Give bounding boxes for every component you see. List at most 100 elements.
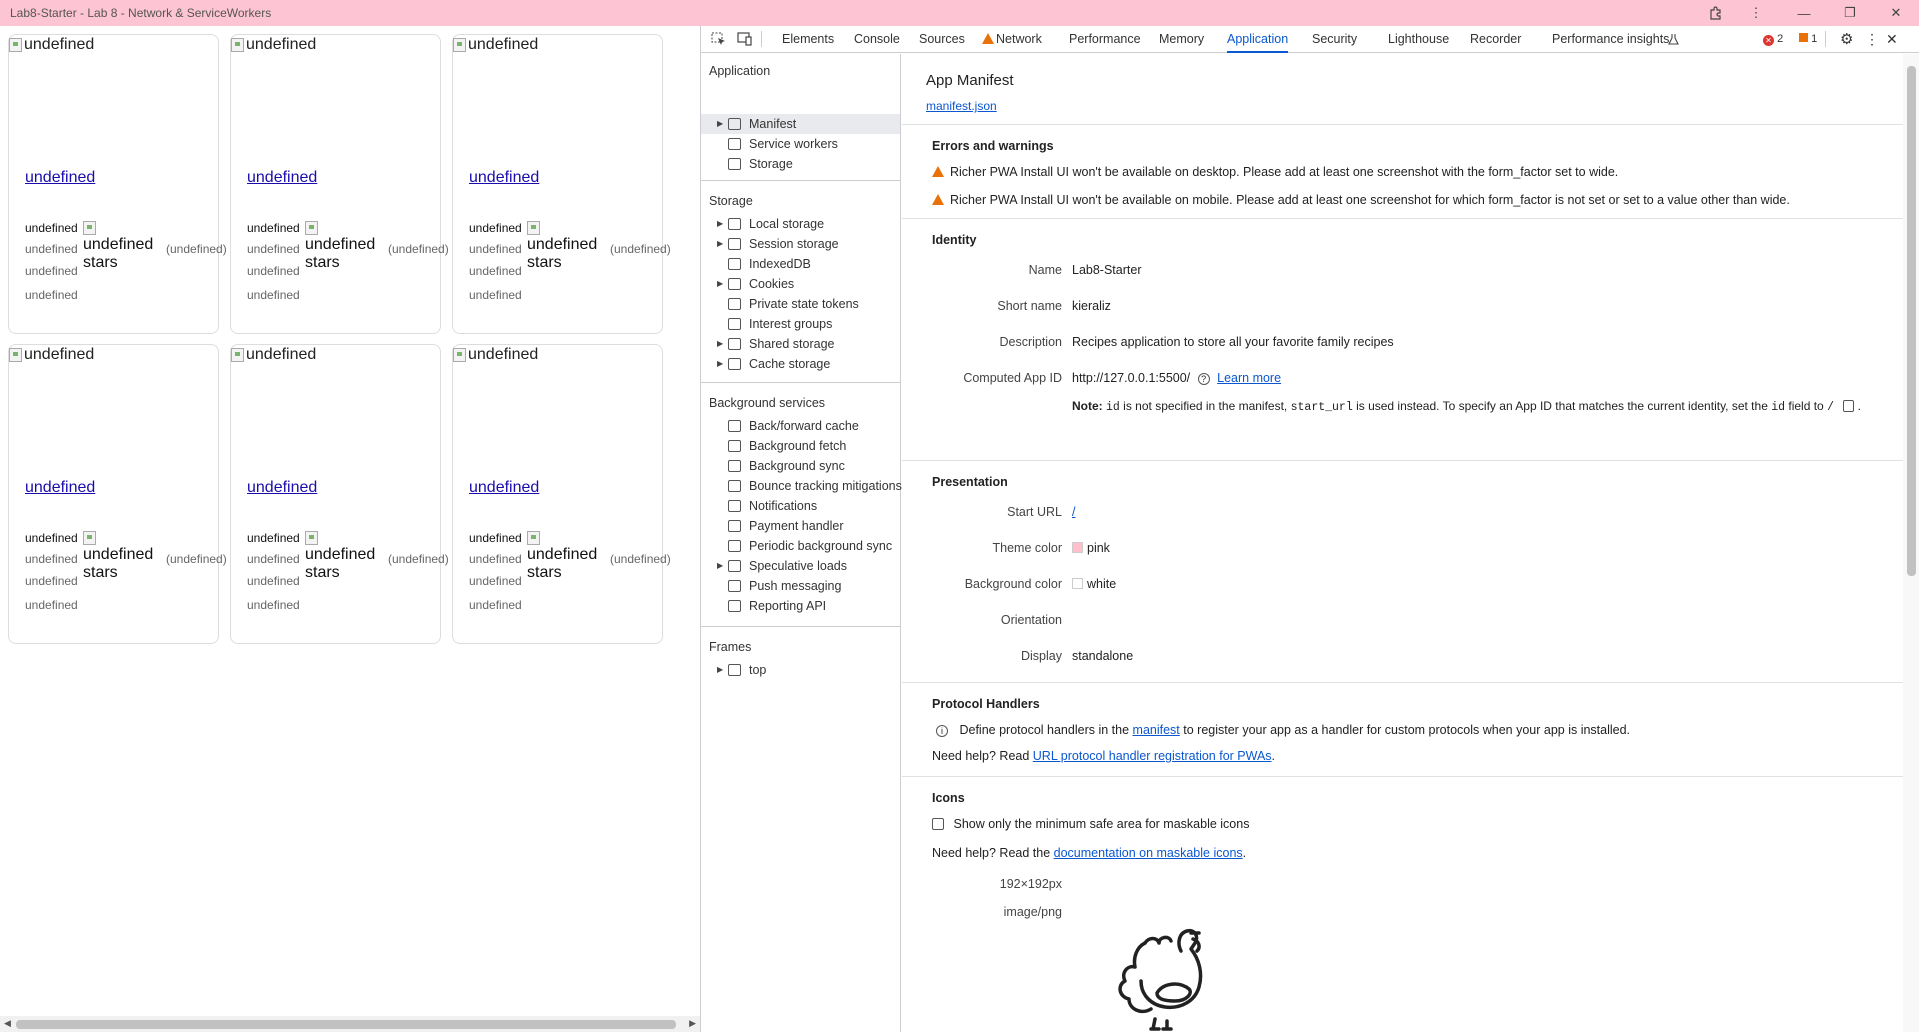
recipe-title-link[interactable]: undefined <box>469 169 539 187</box>
tab-network[interactable]: Network <box>996 26 1042 53</box>
maskable-docs-link[interactable]: documentation on maskable icons <box>1054 846 1243 860</box>
sidebar-item-session-storage[interactable]: ▶ Session storage <box>701 234 900 254</box>
theme-color-label: Theme color <box>992 541 1062 555</box>
sidebar-item-storage[interactable]: Storage <box>701 154 900 174</box>
rating-stars-image <box>83 531 96 545</box>
settings-gear-icon[interactable]: ⚙ <box>1840 26 1853 53</box>
expand-arrow-icon[interactable]: ▶ <box>717 274 723 294</box>
copy-icon[interactable] <box>1843 400 1855 412</box>
broken-image-icon <box>453 38 466 52</box>
learn-more-link[interactable]: Learn more <box>1217 371 1281 385</box>
extensions-icon[interactable] <box>1696 0 1736 26</box>
recipe-title-link[interactable]: undefined <box>25 169 95 187</box>
rating-stars-image <box>527 531 540 545</box>
recipe-title-link[interactable]: undefined <box>469 479 539 497</box>
sidebar-item-periodic-background-sync[interactable]: Periodic background sync <box>701 536 900 556</box>
tab-application[interactable]: Application <box>1227 26 1289 53</box>
recipe-title-link[interactable]: undefined <box>247 479 317 497</box>
tab-performance-insights[interactable]: Performance insights <box>1552 26 1669 53</box>
sidebar-item-cookies[interactable]: ▶ Cookies <box>701 274 900 294</box>
sidebar-item-bounce-tracking-mitigations[interactable]: Bounce tracking mitigations <box>701 476 902 496</box>
recipe-image: undefined <box>453 36 538 54</box>
orientation-label: Orientation <box>1000 613 1062 627</box>
sidebar-item-background-sync[interactable]: Background sync <box>701 456 900 476</box>
recipe-organization: undefined <box>247 531 300 545</box>
sidebar-item-notifications[interactable]: Notifications <box>701 496 900 516</box>
turkey-icon <box>1115 923 1215 1032</box>
description-label: Description <box>999 335 1062 349</box>
recipe-title-link[interactable]: undefined <box>247 169 317 187</box>
tab-sources[interactable]: Sources <box>919 26 965 53</box>
tab-elements[interactable]: Elements <box>782 26 834 53</box>
expand-arrow-icon[interactable]: ▶ <box>717 354 723 374</box>
expand-arrow-icon[interactable]: ▶ <box>717 556 723 576</box>
recipe-time: undefined <box>469 574 522 588</box>
sidebar-item-private-state-tokens[interactable]: Private state tokens <box>701 294 900 314</box>
push-messaging-icon <box>728 580 741 592</box>
sidebar-item-cache-storage[interactable]: ▶ Cache storage <box>701 354 900 374</box>
expand-arrow-icon[interactable]: ▶ <box>717 660 723 680</box>
device-toolbar-icon[interactable] <box>737 32 753 46</box>
expand-arrow-icon[interactable]: ▶ <box>717 234 723 254</box>
devtools-close-icon[interactable]: ✕ <box>1886 26 1898 53</box>
vertical-scrollbar[interactable] <box>1903 54 1919 1032</box>
broken-image-icon <box>231 38 244 52</box>
sidebar-item-shared-storage[interactable]: ▶ Shared storage <box>701 334 900 354</box>
sidebar-item-indexeddb[interactable]: IndexedDB <box>701 254 900 274</box>
rating-count: (undefined) <box>610 242 671 256</box>
tab-console[interactable]: Console <box>854 26 900 53</box>
maskable-checkbox[interactable] <box>932 818 944 830</box>
scrollbar-thumb[interactable] <box>16 1020 676 1029</box>
sidebar-item-payment-handler[interactable]: Payment handler <box>701 516 900 536</box>
background-sync-icon <box>728 460 741 472</box>
error-count-badge[interactable]: ✕ 2 <box>1763 33 1783 46</box>
icons-help-row: Need help? Read the documentation on mas… <box>932 846 1247 860</box>
sidebar-item-interest-groups[interactable]: Interest groups <box>701 314 900 334</box>
sidebar-item-manifest[interactable]: ▶ Manifest <box>701 114 900 134</box>
protocol-help-link[interactable]: URL protocol handler registration for PW… <box>1033 749 1272 763</box>
inspect-element-icon[interactable] <box>711 32 726 46</box>
icons-title: Icons <box>932 791 965 805</box>
sidebar-item-reporting-api[interactable]: Reporting API <box>701 596 900 616</box>
scroll-right-arrow-icon[interactable]: ▶ <box>689 1018 696 1029</box>
tab-recorder[interactable]: Recorder <box>1470 26 1521 53</box>
close-icon[interactable]: ✕ <box>1876 0 1916 26</box>
manifest-icon <box>728 118 741 130</box>
sidebar-item-background-fetch[interactable]: Background fetch <box>701 436 900 456</box>
manifest-file-link[interactable]: manifest.json <box>926 99 997 113</box>
tab-performance[interactable]: Performance <box>1069 26 1141 53</box>
sidebar-item-local-storage[interactable]: ▶ Local storage <box>701 214 900 234</box>
expand-arrow-icon[interactable]: ▶ <box>717 114 723 134</box>
sidebar-item-back-forward-cache[interactable]: Back/forward cache <box>701 416 900 436</box>
recipe-rating: undefined <box>247 552 300 566</box>
recipe-organization: undefined <box>469 531 522 545</box>
scroll-left-arrow-icon[interactable]: ◀ <box>4 1018 11 1029</box>
expand-arrow-icon[interactable]: ▶ <box>717 334 723 354</box>
devtools-kebab-icon[interactable]: ⋮ <box>1865 26 1879 53</box>
speculative-loads-icon <box>728 560 741 572</box>
window-title: Lab8-Starter - Lab 8 - Network & Service… <box>10 6 272 20</box>
tab-memory[interactable]: Memory <box>1159 26 1204 53</box>
maskable-checkbox-row[interactable]: Show only the minimum safe area for mask… <box>932 817 1249 831</box>
recipe-rating: undefined <box>25 552 78 566</box>
start-url-link[interactable]: / <box>1072 505 1075 519</box>
protocol-manifest-link[interactable]: manifest <box>1133 723 1180 737</box>
reporting-api-icon <box>728 600 741 612</box>
tab-lighthouse[interactable]: Lighthouse <box>1388 26 1449 53</box>
minimize-icon[interactable]: — <box>1784 0 1824 26</box>
issues-count-badge[interactable]: 1 <box>1799 33 1817 46</box>
sidebar-item-top[interactable]: ▶ top <box>701 660 900 680</box>
horizontal-scrollbar[interactable]: ◀ ▶ <box>0 1016 700 1032</box>
icon-size-label: 192×192px <box>999 877 1062 891</box>
tab-security[interactable]: Security <box>1312 26 1357 53</box>
expand-arrow-icon[interactable]: ▶ <box>717 214 723 234</box>
sidebar-item-service-workers[interactable]: Service workers <box>701 134 900 154</box>
recipe-title-link[interactable]: undefined <box>25 479 95 497</box>
sidebar-item-speculative-loads[interactable]: ▶ Speculative loads <box>701 556 900 576</box>
scrollbar-thumb[interactable] <box>1907 66 1916 576</box>
help-icon[interactable]: ? <box>1197 373 1210 385</box>
kebab-menu-icon[interactable]: ⋮ <box>1736 0 1776 26</box>
sidebar-item-push-messaging[interactable]: Push messaging <box>701 576 900 596</box>
restore-icon[interactable]: ❐ <box>1830 0 1870 26</box>
sidebar-heading-storage: Storage <box>709 194 753 208</box>
